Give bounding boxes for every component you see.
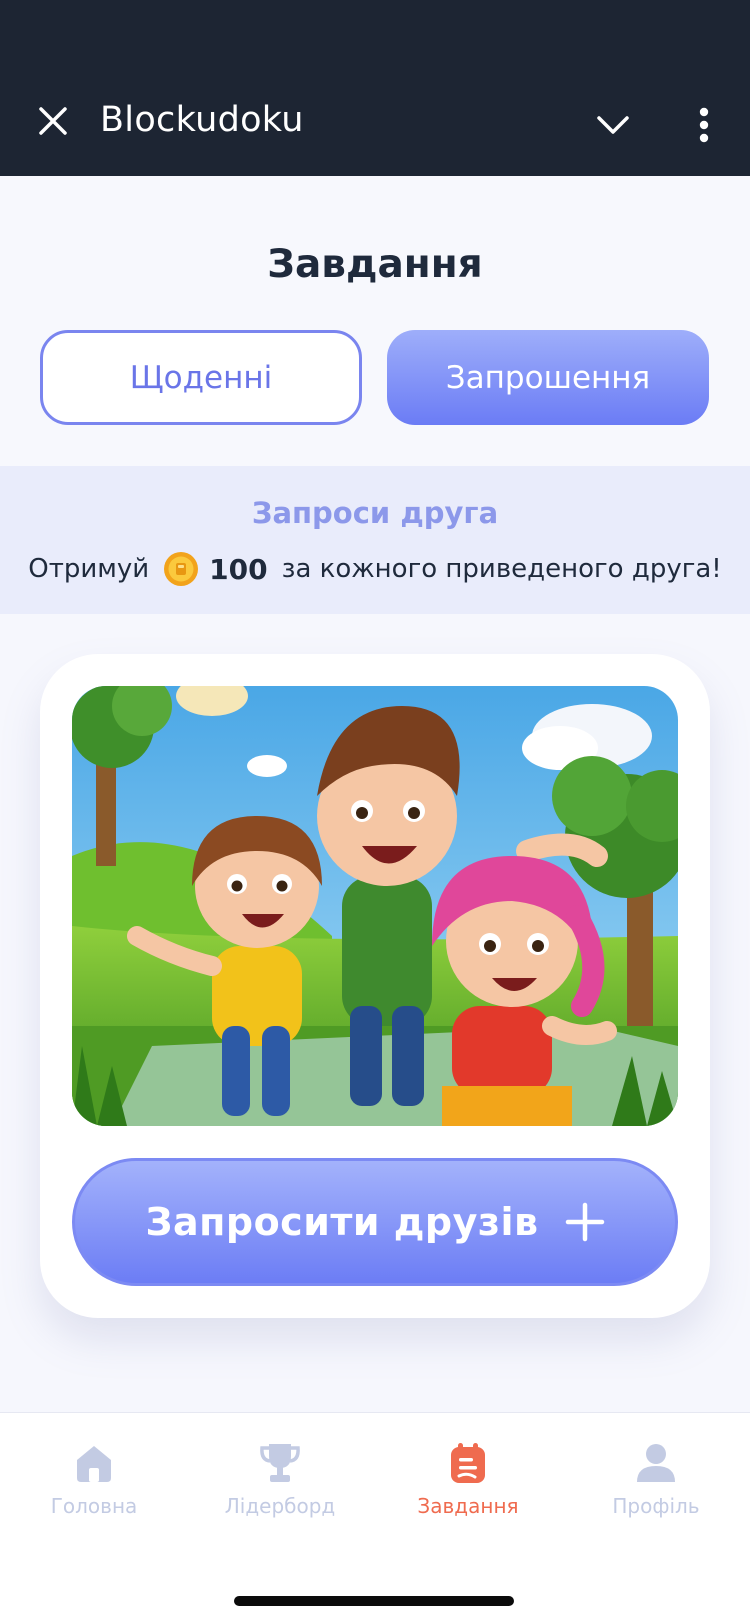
trophy-icon	[257, 1440, 303, 1486]
nav-label-profile: Профіль	[612, 1494, 700, 1518]
chevron-down-icon[interactable]	[590, 102, 636, 148]
nav-item-profile[interactable]: Профіль	[566, 1440, 746, 1524]
nav-item-home[interactable]: Головна	[4, 1440, 184, 1524]
tab-daily[interactable]: Щоденні	[40, 330, 362, 425]
tab-invitations[interactable]: Запрошення	[387, 330, 709, 425]
coin-icon	[163, 551, 199, 587]
more-options-icon[interactable]	[684, 100, 724, 150]
nav-item-leaderboard[interactable]: Лідерборд	[190, 1440, 370, 1524]
promo-suffix: за кожного приведеного друга!	[281, 554, 722, 584]
top-app-bar: Blockudoku	[0, 0, 750, 176]
invite-friends-label: Запросити друзів	[145, 1200, 539, 1244]
close-icon[interactable]	[30, 98, 76, 144]
promo-title: Запроси друга	[251, 496, 499, 530]
nav-label-leaderboard: Лідерборд	[224, 1494, 336, 1518]
promo-amount: 100	[209, 552, 268, 586]
promo-reward-line: Отримуй 100 за кожного приведеного друга…	[0, 551, 750, 587]
app-title: Blockudoku	[100, 100, 304, 140]
page-title: Завдання	[267, 242, 483, 287]
plus-icon	[565, 1202, 605, 1242]
invite-promo-banner	[0, 466, 750, 614]
home-icon	[71, 1440, 117, 1486]
home-indicator[interactable]	[234, 1596, 514, 1606]
tasks-icon	[445, 1440, 491, 1486]
nav-item-tasks[interactable]: Завдання	[378, 1440, 558, 1524]
nav-label-home: Головна	[50, 1494, 138, 1518]
nav-label-tasks: Завдання	[417, 1494, 519, 1518]
promo-prefix: Отримуй	[28, 554, 150, 584]
invite-friends-button[interactable]: Запросити друзів	[72, 1158, 678, 1286]
profile-icon	[633, 1440, 679, 1486]
friends-illustration	[72, 686, 678, 1126]
